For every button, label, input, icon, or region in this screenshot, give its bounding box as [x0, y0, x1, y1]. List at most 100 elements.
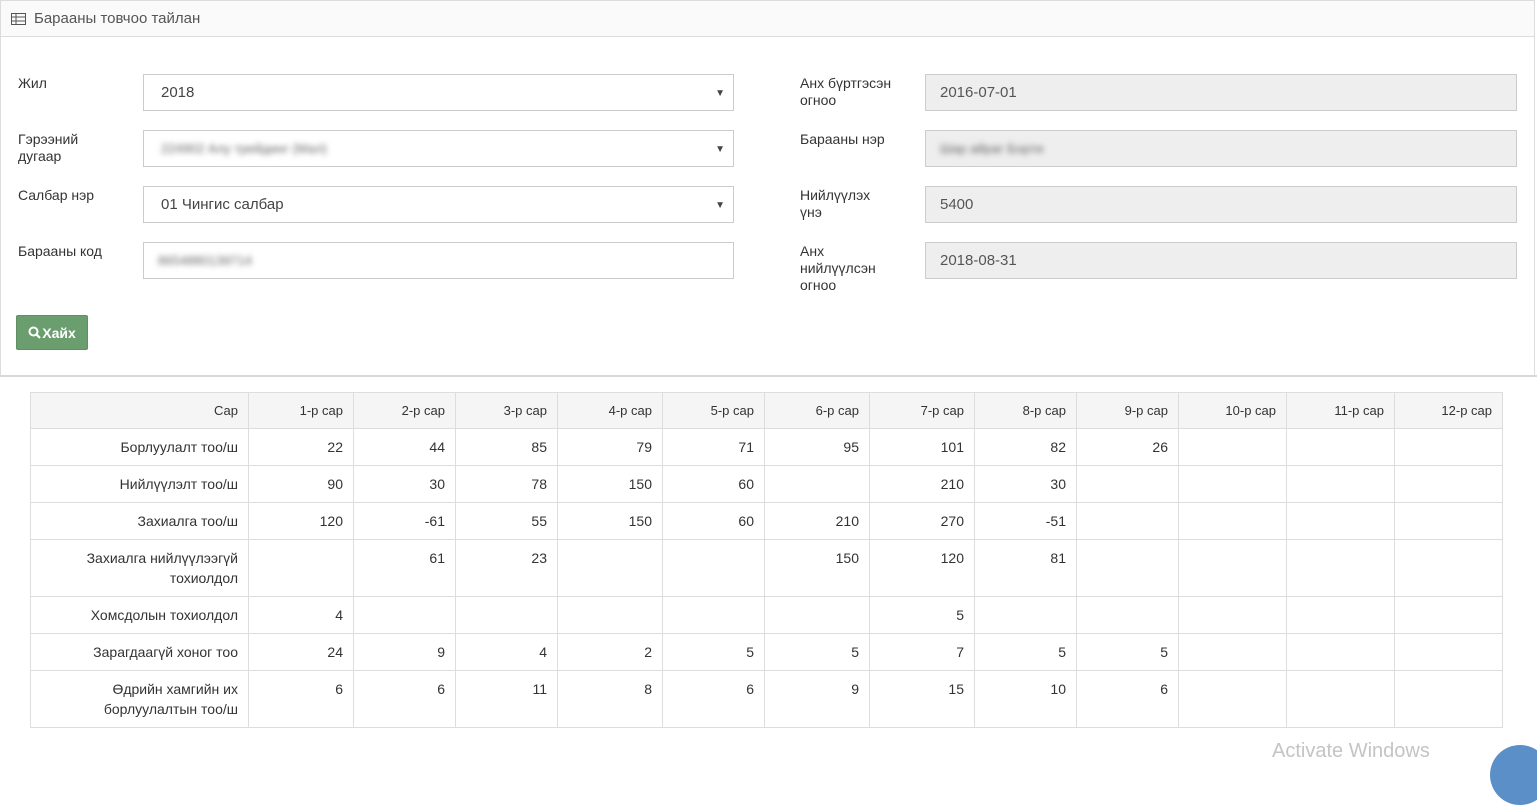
table-cell: 210: [764, 502, 870, 540]
table-cell: 23: [455, 539, 558, 597]
column-header: 12-р сар: [1394, 392, 1503, 429]
registered-value: 2016-07-01: [940, 84, 1017, 101]
table-icon: [11, 12, 26, 25]
table-cell: 150: [557, 465, 663, 503]
table-cell: 55: [455, 502, 558, 540]
product-name-value: Шар айраг Борти: [940, 141, 1044, 156]
column-header: 8-р сар: [974, 392, 1077, 429]
table-cell: 6: [353, 670, 456, 728]
table-row: Өдрийн хамгийн их борлуулалтын тоо/ш 6 6 11…: [30, 670, 1503, 728]
table-cell: [1394, 670, 1503, 728]
table-cell: 101: [869, 428, 975, 466]
search-button[interactable]: Хайх: [16, 315, 88, 350]
table-row: Хомсдолын тохиолдол 4 5: [30, 596, 1503, 634]
first-supply-value: 2018-08-31: [940, 252, 1017, 269]
table-cell: 150: [764, 539, 870, 597]
table-cell: [1286, 670, 1395, 728]
row-label: Өдрийн хамгийн их борлуулалтын тоо/ш: [30, 670, 249, 728]
table-cell: [1286, 596, 1395, 634]
table-cell: [662, 596, 765, 634]
column-header: 1-р сар: [248, 392, 354, 429]
table-cell: 4: [248, 596, 354, 634]
table-cell: 270: [869, 502, 975, 540]
table-row: Борлуулалт тоо/ш 22 44 85 79 71 95 101 82 26: [30, 428, 1503, 466]
table-cell: 5: [869, 596, 975, 634]
table-cell: [764, 465, 870, 503]
column-header: 5-р сар: [662, 392, 765, 429]
row-label: Захиалга нийлүүлээгүй тохиолдол: [30, 539, 249, 597]
table-cell: [1286, 465, 1395, 503]
row-label: Захиалга тоо/ш: [30, 502, 249, 540]
page-title: Барааны товчоо тайлан: [34, 10, 201, 27]
table-cell: 10: [974, 670, 1077, 728]
code-input[interactable]: 8654880139714: [143, 242, 734, 279]
column-header: 9-р сар: [1076, 392, 1179, 429]
table-cell: [1178, 428, 1287, 466]
table-cell: 150: [557, 502, 663, 540]
year-value: 2018: [161, 84, 195, 101]
table-header-row: Сар 1-р сар 2-р сар 3-р сар 4-р сар 5-р …: [30, 392, 1503, 429]
table-cell: [1076, 502, 1179, 540]
table-row: Захиалга нийлүүлээгүй тохиолдол 61 23 150 12…: [30, 539, 1503, 597]
column-header: Сар: [30, 392, 249, 429]
year-select[interactable]: 2018 ▼: [143, 74, 734, 111]
price-value: 5400: [940, 196, 974, 213]
table-row: Зарагдаагүй хоног тоо 24 9 4 2 5 5 7 5 5: [30, 633, 1503, 671]
table-cell: 6: [662, 670, 765, 728]
table-row: Захиалга тоо/ш 120 -61 55 150 60 210 270 -51: [30, 502, 1503, 540]
table-cell: 2: [557, 633, 663, 671]
table-cell: 5: [662, 633, 765, 671]
price-label: Нийлүүлэх үнэ: [800, 187, 871, 220]
product-name-label: Барааны нэр: [800, 131, 885, 147]
registered-field: 2016-07-01: [925, 74, 1517, 111]
caret-down-icon: ▼: [715, 200, 725, 211]
table-cell: 11: [455, 670, 558, 728]
table-cell: 30: [353, 465, 456, 503]
table-cell: [1394, 428, 1503, 466]
table-cell: [1394, 633, 1503, 671]
table-cell: 81: [974, 539, 1077, 597]
table-cell: 95: [764, 428, 870, 466]
activation-watermark: Activate Windows: [1272, 740, 1430, 762]
column-header: 7-р сар: [869, 392, 975, 429]
table-cell: [1394, 539, 1503, 597]
row-label: Нийлүүлэлт тоо/ш: [30, 465, 249, 503]
table-cell: 6: [1076, 670, 1179, 728]
table-cell: [1076, 465, 1179, 503]
table-cell: [662, 539, 765, 597]
table-cell: 22: [248, 428, 354, 466]
table-cell: [353, 596, 456, 634]
column-header: 4-р сар: [557, 392, 663, 429]
price-field: 5400: [925, 186, 1517, 223]
first-supply-label: Анх нийлүүлсэн огноо: [800, 243, 876, 293]
search-button-label: Хайх: [42, 324, 76, 341]
table-cell: 6: [248, 670, 354, 728]
table-cell: 7: [869, 633, 975, 671]
table-cell: 61: [353, 539, 456, 597]
contract-select[interactable]: 224902 Алу трейдинг (Мал) ▼: [143, 130, 734, 167]
table-cell: [1394, 465, 1503, 503]
branch-select[interactable]: 01 Чингис салбар ▼: [143, 186, 734, 223]
branch-value: 01 Чингис салбар: [161, 196, 284, 213]
table-cell: 9: [353, 633, 456, 671]
product-name-field: Шар айраг Борти: [925, 130, 1517, 167]
table-cell: -61: [353, 502, 456, 540]
table-cell: 26: [1076, 428, 1179, 466]
table-cell: 210: [869, 465, 975, 503]
table-cell: [1178, 539, 1287, 597]
table-cell: 79: [557, 428, 663, 466]
column-header: 2-р сар: [353, 392, 456, 429]
table-cell: [1286, 502, 1395, 540]
column-header: 6-р сар: [764, 392, 870, 429]
table-cell: 15: [869, 670, 975, 728]
chat-bubble-button[interactable]: [1490, 745, 1537, 805]
table-cell: [1178, 502, 1287, 540]
row-label: Борлуулалт тоо/ш: [30, 428, 249, 466]
table-cell: 4: [455, 633, 558, 671]
table-cell: [1394, 596, 1503, 634]
column-header: 11-р сар: [1286, 392, 1395, 429]
table-cell: 78: [455, 465, 558, 503]
table-cell: 8: [557, 670, 663, 728]
table-cell: 120: [248, 502, 354, 540]
table-cell: [1076, 539, 1179, 597]
